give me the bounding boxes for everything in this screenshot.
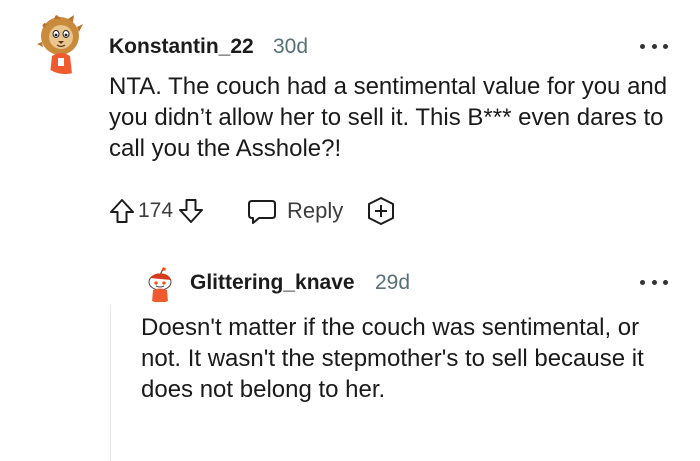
plus-award-icon — [368, 197, 395, 225]
username[interactable]: Konstantin_22 — [109, 35, 254, 59]
username[interactable]: Glittering_knave — [190, 271, 355, 295]
arrow-down-icon — [179, 199, 204, 223]
more-options-button[interactable] — [640, 276, 668, 288]
comment-konstantin: Konstantin_22 30d NTA. The couch had a s… — [0, 0, 700, 250]
reply-label: Reply — [287, 198, 344, 223]
downvote-button[interactable] — [177, 197, 205, 225]
avatar[interactable] — [36, 14, 94, 74]
comment-body: NTA. The couch had a sentimental value f… — [109, 73, 668, 162]
award-button[interactable] — [365, 195, 397, 227]
vote-count: 174 — [138, 199, 174, 222]
upvote-button[interactable] — [108, 197, 136, 225]
ellipsis-icon — [640, 279, 645, 285]
snoo-avatar-icon — [148, 267, 172, 302]
lion-avatar-icon — [37, 14, 83, 74]
speech-bubble-icon — [248, 200, 277, 224]
reply-button[interactable]: Reply — [247, 197, 343, 225]
more-options-button[interactable] — [640, 40, 668, 52]
arrow-up-icon — [110, 199, 134, 223]
comment-glittering-knave: Glittering_knave 29d Doesn't matter if t… — [0, 255, 700, 461]
comment-body: Doesn't matter if the couch was sentimen… — [141, 314, 644, 403]
avatar[interactable] — [143, 267, 177, 303]
ellipsis-icon — [640, 43, 645, 49]
comment-actions: 174 Reply — [108, 195, 397, 227]
timestamp[interactable]: 29d — [375, 271, 410, 295]
timestamp[interactable]: 30d — [273, 35, 308, 59]
